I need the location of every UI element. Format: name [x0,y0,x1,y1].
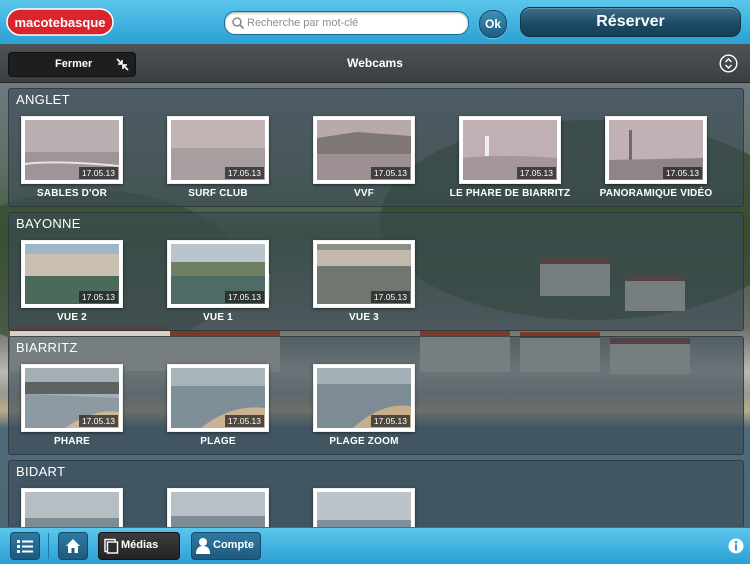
search-ok-button[interactable]: Ok [479,10,507,38]
section-title: BIARRITZ [16,340,78,355]
webcam-thumbnail[interactable]: 17.05.13 [605,116,707,184]
bottom-bar: Médias Compte [0,527,750,564]
section-anglet: ANGLET 17.05.13 SABLES D'OR 17.05.13 SUR… [8,88,744,207]
webcam-date: 17.05.13 [370,291,410,303]
macotebasque-logo[interactable]: macotebasque [6,6,116,38]
webcam-thumbnail[interactable] [313,488,415,527]
webcam-date: 17.05.13 [224,415,264,427]
svg-text:macotebasque: macotebasque [14,15,105,30]
account-label: Compte [213,539,254,551]
webcam-date: 17.05.13 [370,167,410,179]
account-button[interactable]: Compte [191,532,261,560]
webcam-date: 17.05.13 [78,167,118,179]
search-icon [232,17,245,30]
home-icon [66,539,80,553]
webcam-thumbnail[interactable] [21,488,123,527]
webcams-toolbar: Fermer Webcams [0,44,750,83]
webcam-date: 17.05.13 [516,167,556,179]
webcam-name: LE PHARE DE BIARRITZ [449,188,571,199]
webcam-date: 17.05.13 [662,167,702,179]
section-biarritz: BIARRITZ 17.05.13 PHARE 17.05.13 PLAGE 1… [8,336,744,455]
webcam-thumbnail[interactable]: 17.05.13 [313,364,415,432]
section-bayonne: BAYONNE 17.05.13 VUE 2 17.05.13 VUE 1 17… [8,212,744,331]
search-bar[interactable] [224,11,469,35]
sort-icon[interactable] [719,54,738,73]
webcam-name: VVF [353,188,375,199]
webcam-thumbnail[interactable]: 17.05.13 [21,364,123,432]
home-button[interactable] [58,532,88,560]
webcam-name: PLAGE [200,436,236,447]
webcam-date: 17.05.13 [224,167,264,179]
webcam-thumbnail[interactable] [167,488,269,527]
section-title: ANGLET [16,92,70,107]
webcam-name: PHARE [53,436,90,447]
webcam-thumbnail[interactable]: 17.05.13 [459,116,561,184]
webcam-name: VUE 3 [349,312,379,323]
section-title: BAYONNE [16,216,81,231]
webcam-name: PLAGE ZOOM [329,436,399,447]
webcam-thumbnail[interactable]: 17.05.13 [167,116,269,184]
list-icon [17,540,33,553]
webcam-thumbnail[interactable]: 17.05.13 [313,240,415,308]
webcam-name: SURF CLUB [188,188,248,199]
menu-button[interactable] [10,532,40,560]
webcam-name: PANORAMIQUE VIDÉO [599,188,713,199]
webcam-thumbnail[interactable]: 17.05.13 [167,364,269,432]
webcam-name: SABLES D'OR [36,188,108,199]
medias-button[interactable]: Médias [98,532,180,560]
medias-label: Médias [121,539,159,551]
search-input[interactable] [245,14,464,32]
webcam-thumbnail[interactable]: 17.05.13 [21,116,123,184]
section-title: BIDART [16,464,66,479]
page-title: Webcams [347,56,403,70]
webcam-name: VUE 1 [203,312,233,323]
top-bar: macotebasque Ok Réserver [0,0,750,45]
webcam-date: 17.05.13 [224,291,264,303]
webcam-name: VUE 2 [57,312,87,323]
info-icon[interactable] [728,538,744,554]
webcam-thumbnail[interactable]: 17.05.13 [313,116,415,184]
reserve-button[interactable]: Réserver [520,7,741,37]
webcam-thumbnail[interactable]: 17.05.13 [167,240,269,308]
webcam-date: 17.05.13 [78,415,118,427]
media-icon [104,538,119,554]
toolbar-divider [48,533,49,559]
webcam-thumbnail[interactable]: 17.05.13 [21,240,123,308]
user-icon [196,538,210,554]
webcam-date: 17.05.13 [370,415,410,427]
webcam-date: 17.05.13 [78,291,118,303]
section-bidart: BIDART [8,460,744,528]
